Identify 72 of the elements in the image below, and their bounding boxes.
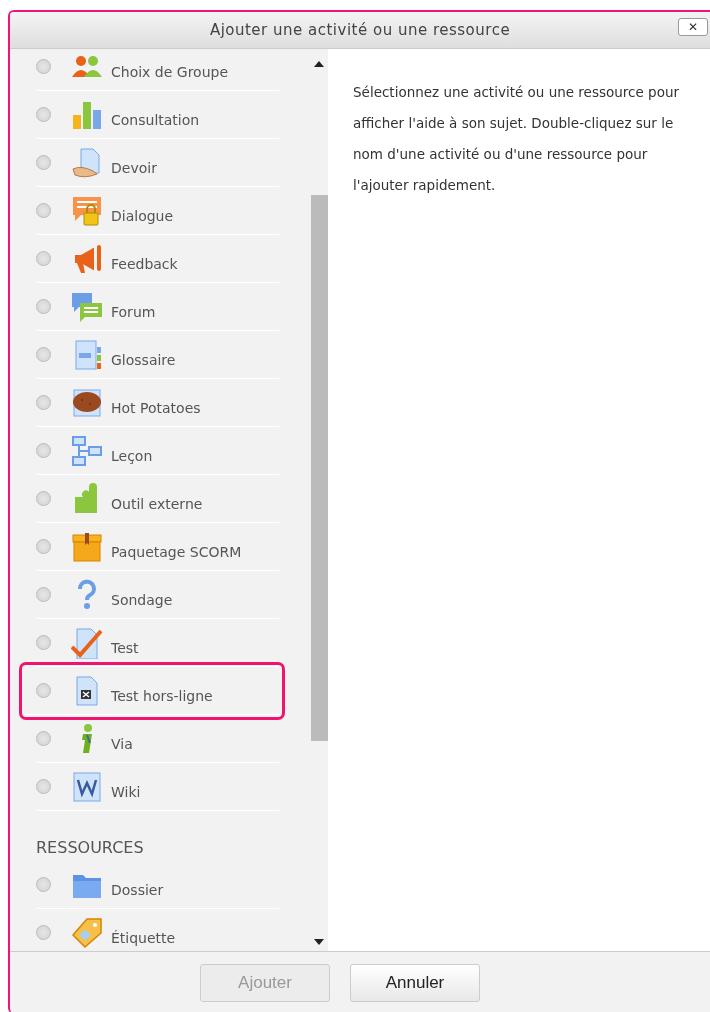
radio-button[interactable] — [36, 443, 51, 458]
radio-button[interactable] — [36, 779, 51, 794]
tag-icon — [71, 916, 103, 949]
option-label: Leçon — [111, 446, 153, 464]
activity-row[interactable]: Test hors-ligne — [24, 667, 280, 715]
radio-button[interactable] — [36, 59, 51, 74]
scroll-up-icon[interactable] — [314, 61, 324, 67]
radio-button[interactable] — [36, 347, 51, 362]
option-label: Devoir — [111, 158, 157, 176]
option-label: Outil externe — [111, 494, 203, 512]
window-title: Ajouter une activité ou une ressource — [209, 21, 511, 39]
activity-row[interactable]: Feedback — [36, 235, 280, 283]
option-label: Test hors-ligne — [111, 686, 213, 704]
radio-button[interactable] — [36, 539, 51, 554]
activity-row[interactable]: Wiki — [36, 763, 280, 811]
radio-button[interactable] — [36, 155, 51, 170]
section-heading: RESSOURCES — [36, 837, 145, 859]
option-label: Glossaire — [111, 350, 176, 368]
option-label: Wiki — [111, 782, 141, 800]
radio-button[interactable] — [36, 635, 51, 650]
radio-button[interactable] — [36, 395, 51, 410]
activity-row[interactable]: Outil externe — [36, 475, 280, 523]
option-label: Paquetage SCORM — [111, 542, 242, 560]
dialog-button[interactable]: Annuler — [350, 964, 480, 1002]
activity-row[interactable]: Leçon — [36, 427, 280, 475]
radio-button[interactable] — [36, 251, 51, 266]
radio-button[interactable] — [36, 587, 51, 602]
activity-row[interactable]: Sondage — [36, 571, 280, 619]
radio-button[interactable] — [36, 877, 51, 892]
potato-icon — [71, 386, 103, 419]
document-check-icon — [71, 626, 103, 659]
radio-button[interactable] — [36, 203, 51, 218]
document-hand-icon — [71, 146, 103, 179]
radio-button[interactable] — [36, 491, 51, 506]
radio-button[interactable] — [36, 107, 51, 122]
activity-row[interactable]: Test — [36, 619, 280, 667]
activity-row[interactable]: Forum — [36, 283, 280, 331]
activity-row[interactable]: Paquetage SCORM — [36, 523, 280, 571]
option-label: Forum — [111, 302, 156, 320]
activity-row[interactable]: Hot Potatoes — [36, 379, 280, 427]
option-label: Sondage — [111, 590, 173, 608]
close-button[interactable]: ✕ — [678, 18, 708, 36]
activity-row[interactable]: Dossier — [36, 861, 280, 909]
activity-row[interactable]: Choix de Groupe — [36, 49, 280, 91]
activity-row[interactable]: Consultation — [36, 91, 280, 139]
activity-row[interactable]: Étiquette — [36, 909, 280, 951]
chat-bubbles-icon — [71, 290, 103, 323]
radio-button[interactable] — [36, 731, 51, 746]
help-text: Sélectionnez une activité ou une ressource pour afficher l'aide à son sujet. Double-cliquez sur le nom d'une activité ou d'une ressource pour l'ajouter rapidement. — [353, 83, 680, 195]
package-icon — [71, 530, 103, 563]
w-page-icon — [71, 770, 103, 803]
figure-icon — [81, 723, 95, 754]
option-label: Dialogue — [111, 206, 174, 224]
activity-row[interactable]: Devoir — [36, 139, 280, 187]
radio-button[interactable] — [36, 925, 51, 940]
option-label: Hot Potatoes — [111, 398, 201, 416]
chat-lock-icon — [71, 194, 103, 227]
scroll-down-icon[interactable] — [314, 939, 324, 945]
option-label: Via — [111, 734, 133, 752]
option-label: Choix de Groupe — [111, 62, 229, 80]
activity-row[interactable]: Via — [36, 715, 280, 763]
activity-row[interactable]: Dialogue — [36, 187, 280, 235]
option-label: Feedback — [111, 254, 178, 272]
option-label: Consultation — [111, 110, 200, 128]
flowchart-icon — [71, 434, 103, 467]
radio-button[interactable] — [36, 683, 51, 698]
activity-row[interactable]: Glossaire — [36, 331, 280, 379]
option-label: Étiquette — [111, 928, 176, 946]
option-label: Dossier — [111, 880, 164, 898]
radio-button[interactable] — [36, 299, 51, 314]
scroll-thumb[interactable] — [310, 195, 328, 741]
option-label: Test — [111, 638, 139, 656]
